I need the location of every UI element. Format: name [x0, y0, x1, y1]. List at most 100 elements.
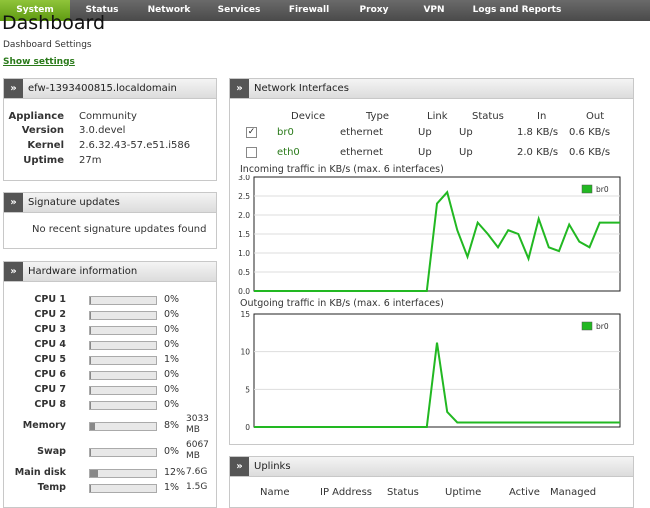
plot-area	[253, 313, 621, 428]
usage-bar-fill	[90, 297, 92, 304]
hardware-label: CPU 4	[34, 339, 66, 350]
hardware-label: CPU 8	[34, 399, 66, 410]
hardware-label: Temp	[37, 482, 66, 493]
hardware-row: CPU 3 0%	[4, 324, 218, 338]
host-key: Version	[21, 125, 64, 136]
size-unit: MB	[186, 425, 200, 435]
col-type: Type	[366, 111, 389, 122]
hardware-label: CPU 6	[34, 369, 66, 380]
hardware-label: Memory	[22, 420, 66, 431]
uplinks-title: Uplinks	[254, 461, 291, 472]
hardware-row: Temp 1% 1.5G	[4, 482, 218, 496]
uplinks-panel: » Uplinks Name IP Address Status Uptime …	[229, 456, 634, 508]
col-uptime: Uptime	[445, 487, 482, 498]
signature-updates-title: Signature updates	[28, 197, 120, 208]
legend-label: br0	[596, 185, 609, 194]
usage-bar	[89, 341, 157, 350]
network-interfaces-panel: » Network Interfaces Device Type Link St…	[229, 78, 634, 445]
usage-bar	[89, 484, 157, 493]
tab-logs-and-reports[interactable]: Logs and Reports	[464, 0, 570, 21]
collapse-arrow-icon[interactable]: »	[4, 79, 23, 98]
hardware-panel: » Hardware information CPU 1 0% CPU 2 0% CPU…	[3, 261, 217, 508]
col-name: Name	[260, 487, 290, 498]
usage-percent: 0%	[164, 369, 180, 380]
col-managed: Managed	[550, 487, 597, 498]
usage-bar-fill	[90, 402, 92, 409]
device-name[interactable]: br0	[277, 127, 294, 138]
collapse-arrow-icon[interactable]: »	[230, 79, 249, 98]
host-value: 2.6.32.43-57.e51.i586	[79, 140, 191, 151]
col-out: Out	[586, 111, 605, 122]
device-status: Up	[459, 147, 473, 158]
br0-checkbox[interactable]: ✓	[246, 127, 257, 138]
y-tick-label: 15	[240, 310, 250, 319]
hardware-title: Hardware information	[28, 266, 138, 277]
usage-bar-fill	[90, 327, 92, 334]
uplinks-header: » Uplinks	[230, 457, 633, 477]
usage-bar	[89, 371, 157, 380]
hardware-label: Swap	[37, 446, 66, 457]
collapse-arrow-icon[interactable]: »	[4, 262, 23, 281]
usage-bar-fill	[90, 312, 92, 319]
host-title: efw-1393400815.localdomain	[28, 83, 177, 94]
usage-percent: 12%	[164, 467, 186, 478]
usage-bar	[89, 448, 157, 457]
size-value: 6067 MB	[186, 440, 209, 462]
y-tick-label: 0	[245, 423, 250, 432]
tab-network[interactable]: Network	[134, 0, 204, 21]
collapse-arrow-icon[interactable]: »	[4, 193, 23, 212]
usage-percent: 0%	[164, 339, 180, 350]
usage-bar	[89, 401, 157, 410]
col-status: Status	[472, 111, 504, 122]
usage-bar	[89, 422, 157, 431]
hardware-label: CPU 5	[34, 354, 66, 365]
size-value-line: 7.6G	[186, 467, 208, 477]
device-status: Up	[459, 127, 473, 138]
hardware-row: CPU 5 1%	[4, 354, 218, 368]
y-tick-label: 2.5	[238, 192, 250, 201]
usage-bar-fill	[90, 485, 92, 492]
hardware-row: Memory 8% 3033 MB	[4, 414, 218, 435]
usage-bar-fill	[90, 449, 92, 456]
host-key: Kernel	[27, 140, 64, 151]
device-in: 1.8 KB/s	[517, 127, 559, 138]
y-tick-label: 1.0	[238, 249, 250, 258]
usage-bar	[89, 386, 157, 395]
y-tick-label: 10	[240, 348, 250, 357]
collapse-arrow-icon[interactable]: »	[230, 457, 249, 476]
usage-bar-fill	[90, 357, 92, 364]
size-value: 1.5G	[186, 482, 207, 493]
eth0-checkbox[interactable]	[246, 147, 257, 158]
size-unit: MB	[186, 451, 200, 461]
outgoing-traffic-chart: 0 5 10 15 br0	[240, 310, 621, 432]
usage-percent: 0%	[164, 294, 180, 305]
device-type: ethernet	[340, 127, 383, 138]
device-out: 0.6 KB/s	[569, 127, 611, 138]
usage-percent: 0%	[164, 384, 180, 395]
signature-updates-message: No recent signature updates found	[32, 224, 207, 235]
size-value-line: 1.5G	[186, 482, 208, 492]
hardware-label: CPU 7	[34, 384, 66, 395]
tab-firewall[interactable]: Firewall	[274, 0, 344, 21]
host-panel-header: » efw-1393400815.localdomain	[4, 79, 216, 99]
host-panel: » efw-1393400815.localdomain Appliance Co…	[3, 78, 217, 181]
hardware-row: CPU 8 0%	[4, 399, 218, 413]
size-value: 7.6G	[186, 467, 207, 478]
size-value: 3033 MB	[186, 414, 209, 436]
host-value: 27m	[79, 155, 102, 166]
device-name[interactable]: eth0	[277, 147, 300, 158]
hardware-label: CPU 2	[34, 309, 66, 320]
hardware-row: Main disk 12% 7.6G	[4, 467, 218, 481]
usage-bar	[89, 296, 157, 305]
hardware-label: CPU 1	[34, 294, 66, 305]
device-in: 2.0 KB/s	[517, 147, 559, 158]
hardware-row: CPU 4 0%	[4, 339, 218, 353]
col-active: Active	[509, 487, 540, 498]
usage-bar	[89, 356, 157, 365]
y-tick-label: 0.0	[238, 287, 250, 295]
show-settings-link[interactable]: Show settings	[3, 57, 75, 67]
tab-proxy[interactable]: Proxy	[344, 0, 404, 21]
host-key: Uptime	[23, 155, 64, 166]
tab-services[interactable]: Services	[204, 0, 274, 21]
tab-vpn[interactable]: VPN	[404, 0, 464, 21]
